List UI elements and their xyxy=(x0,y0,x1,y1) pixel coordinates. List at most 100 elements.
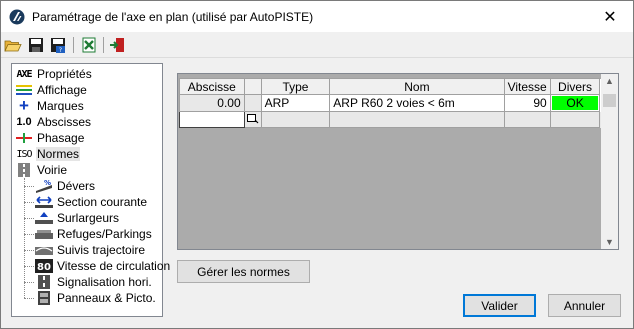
tree-item-label: Abscisses xyxy=(37,115,92,129)
scroll-thumb[interactable] xyxy=(603,94,616,107)
cell-abscisse-new[interactable] xyxy=(179,111,245,128)
tree-connector xyxy=(24,218,34,219)
toolbar: ? xyxy=(1,32,633,58)
col-header-type[interactable]: Type xyxy=(260,78,331,95)
tree-item-surlargeurs[interactable]: Surlargeurs xyxy=(35,210,120,226)
tree-item-refuges-parkings[interactable]: Refuges/Parkings xyxy=(35,226,153,242)
tree-item-abscisses[interactable]: 1.0 Abscisses xyxy=(15,114,92,130)
tree-item-panneaux-picto[interactable]: Panneaux & Picto. xyxy=(35,290,157,306)
tree-item-voirie[interactable]: Voirie xyxy=(15,162,68,178)
cell-divers[interactable]: OK xyxy=(549,94,601,112)
svg-text:?: ? xyxy=(59,47,62,54)
svg-text:%: % xyxy=(44,179,51,187)
tree-connector xyxy=(24,234,34,235)
exit-icon[interactable] xyxy=(109,36,127,54)
tree-item-section-courante[interactable]: Section courante xyxy=(35,194,148,210)
tree-item-label: Section courante xyxy=(57,195,148,209)
cancel-button[interactable]: Annuler xyxy=(548,294,621,317)
cell-type[interactable]: ARP xyxy=(260,94,331,112)
tree-item-vitesse-circulation[interactable]: 80 Vitesse de circulation xyxy=(35,258,171,274)
close-icon: ✕ xyxy=(603,8,617,26)
tree-item-label: Normes xyxy=(36,147,81,161)
settings-tree: AXE Propriétés Affichage + Marques 1.0 A… xyxy=(11,63,170,317)
cell-vitesse-new[interactable] xyxy=(503,111,551,128)
tree-item-label: Phasage xyxy=(37,131,85,145)
row-edit-icon[interactable] xyxy=(246,113,259,124)
tree-item-label: Panneaux & Picto. xyxy=(57,291,156,305)
close-button[interactable]: ✕ xyxy=(587,1,633,32)
window-title: Paramétrage de l'axe en plan (utilisé pa… xyxy=(32,10,314,24)
tree-item-label: Vitesse de circulation xyxy=(57,259,171,273)
tree-item-signalisation-hori[interactable]: Signalisation hori. xyxy=(35,274,153,290)
phasing-icon xyxy=(15,131,33,145)
excel-icon[interactable] xyxy=(80,36,98,54)
trajectory-icon xyxy=(35,243,53,257)
app-icon xyxy=(9,9,25,25)
manage-norms-button[interactable]: Gérer les normes xyxy=(177,260,310,283)
save-icon[interactable] xyxy=(27,36,45,54)
tree-connector xyxy=(24,202,34,203)
tree-item-normes[interactable]: ISO Normes xyxy=(15,146,81,162)
tree-connector xyxy=(24,298,34,299)
table-row[interactable]: 0.00 ARP ARP R60 2 voies < 6m 90 OK xyxy=(179,94,618,112)
validate-button[interactable]: Valider xyxy=(463,294,536,317)
tree-item-phasage[interactable]: Phasage xyxy=(15,130,85,146)
tree-item-label: Suivis trajectoire xyxy=(57,243,146,257)
tree-item-label: Propriétés xyxy=(37,67,92,81)
tree-item-label: Signalisation hori. xyxy=(57,275,152,289)
cell-divers-new[interactable] xyxy=(549,111,601,128)
scroll-up-icon[interactable]: ▲ xyxy=(604,76,615,86)
tree-item-devers[interactable]: % Dévers xyxy=(35,178,96,194)
cell-vitesse[interactable]: 90 xyxy=(503,94,551,112)
tree-item-label: Voirie xyxy=(37,163,68,177)
tree-item-label: Marques xyxy=(37,99,84,113)
speed-icon: 80 xyxy=(35,259,53,273)
cell-nom[interactable]: ARP R60 2 voies < 6m xyxy=(329,94,505,112)
scroll-down-icon[interactable]: ▼ xyxy=(604,237,615,247)
tree-item-label: Refuges/Parkings xyxy=(57,227,152,241)
toolbar-separator xyxy=(73,37,74,53)
table-row-new[interactable] xyxy=(179,111,618,128)
widening-icon xyxy=(35,211,53,225)
parking-icon xyxy=(35,227,53,241)
signs-icon xyxy=(35,291,53,305)
toolbar-separator xyxy=(103,37,104,53)
ok-status-badge: OK xyxy=(551,96,599,110)
cell-nom-new[interactable] xyxy=(329,111,505,128)
table-header-row: Abscisse Type Nom Vitesse Divers xyxy=(179,78,618,95)
tree-connector xyxy=(24,186,34,187)
marking-icon xyxy=(35,275,53,289)
col-header-vitesse[interactable]: Vitesse xyxy=(503,78,551,95)
col-header-blank[interactable] xyxy=(243,78,262,95)
svg-text:80: 80 xyxy=(37,262,51,273)
marks-plus-icon: + xyxy=(19,96,29,115)
title-bar: Paramétrage de l'axe en plan (utilisé pa… xyxy=(1,1,633,32)
cell-type-new[interactable] xyxy=(260,111,331,128)
cell-picker[interactable] xyxy=(243,111,262,128)
col-header-nom[interactable]: Nom xyxy=(329,78,505,95)
save-as-icon[interactable]: ? xyxy=(49,36,67,54)
tree-connector xyxy=(24,266,34,267)
axe-icon: AXE xyxy=(16,68,32,80)
road-icon xyxy=(15,163,33,177)
norms-grid[interactable]: Abscisse Type Nom Vitesse Divers 0.00 AR… xyxy=(177,73,619,250)
tree-item-proprietes[interactable]: AXE Propriétés xyxy=(15,66,93,82)
tree-item-suivis-trajectoire[interactable]: Suivis trajectoire xyxy=(35,242,146,258)
dialog-window: Paramétrage de l'axe en plan (utilisé pa… xyxy=(0,0,634,329)
tree-item-label: Surlargeurs xyxy=(57,211,120,225)
tree-connector xyxy=(24,250,34,251)
tree-item-label: Affichage xyxy=(37,83,87,97)
col-header-abscisse[interactable]: Abscisse xyxy=(179,78,245,95)
iso-norms-icon: ISO xyxy=(16,148,32,160)
vertical-scrollbar[interactable]: ▲ ▼ xyxy=(601,74,618,249)
tree-item-marques[interactable]: + Marques xyxy=(15,96,85,115)
tree-item-label: Dévers xyxy=(57,179,96,193)
display-icon xyxy=(15,83,33,97)
cant-icon: % xyxy=(35,179,53,193)
open-folder-icon[interactable] xyxy=(4,36,22,54)
col-header-divers[interactable]: Divers xyxy=(549,78,601,95)
tree-connector xyxy=(24,282,34,283)
cell-abscisse[interactable]: 0.00 xyxy=(179,94,245,112)
cell-blank[interactable] xyxy=(243,94,262,112)
abscissa-icon: 1.0 xyxy=(16,116,32,128)
